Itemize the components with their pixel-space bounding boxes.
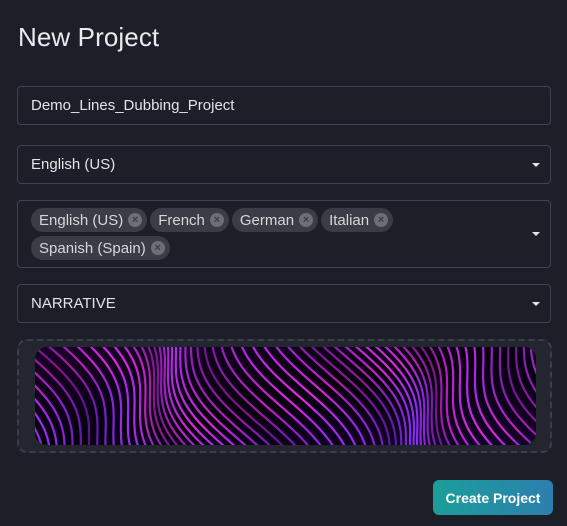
chip-remove-icon[interactable]: × [374, 213, 389, 227]
language-chip: Spanish (Spain) × [31, 236, 170, 260]
chip-label: German [239, 211, 295, 229]
page-title: New Project [18, 22, 160, 52]
source-language-select[interactable]: English (US) [17, 145, 551, 184]
chip-remove-icon[interactable]: × [299, 213, 314, 227]
chip-label: French [158, 211, 205, 229]
caret-down-icon [532, 162, 540, 167]
chip-label: Italian [329, 211, 370, 229]
target-languages-select[interactable]: English (US) × French × German × Italian… [17, 200, 551, 268]
new-project-page: New Project English (US) English (US) × … [0, 0, 567, 526]
chip-label: Spanish (Spain) [39, 239, 146, 257]
project-name-field[interactable] [17, 86, 551, 125]
language-chip: English (US) × [31, 208, 148, 232]
language-chip: French × [150, 208, 229, 232]
thumbnail-dropzone[interactable] [17, 339, 552, 453]
project-name-input[interactable] [18, 87, 550, 124]
chip-remove-icon[interactable]: × [150, 241, 165, 255]
language-chip: Italian × [321, 208, 394, 232]
create-project-button[interactable]: Create Project [433, 480, 553, 515]
abstract-wave-lines-image [35, 347, 536, 445]
target-language-chips: English (US) × French × German × Italian… [18, 201, 532, 267]
chip-remove-icon[interactable]: × [128, 213, 143, 227]
chip-label: English (US) [39, 211, 124, 229]
source-language-value: English (US) [31, 156, 116, 173]
style-select[interactable]: NARRATIVE [17, 284, 551, 323]
thumbnail-preview [35, 347, 536, 445]
style-value: NARRATIVE [31, 295, 116, 312]
caret-down-icon [532, 232, 540, 236]
chip-remove-icon[interactable]: × [209, 213, 224, 227]
language-chip: German × [231, 208, 319, 232]
caret-down-icon [532, 301, 540, 306]
